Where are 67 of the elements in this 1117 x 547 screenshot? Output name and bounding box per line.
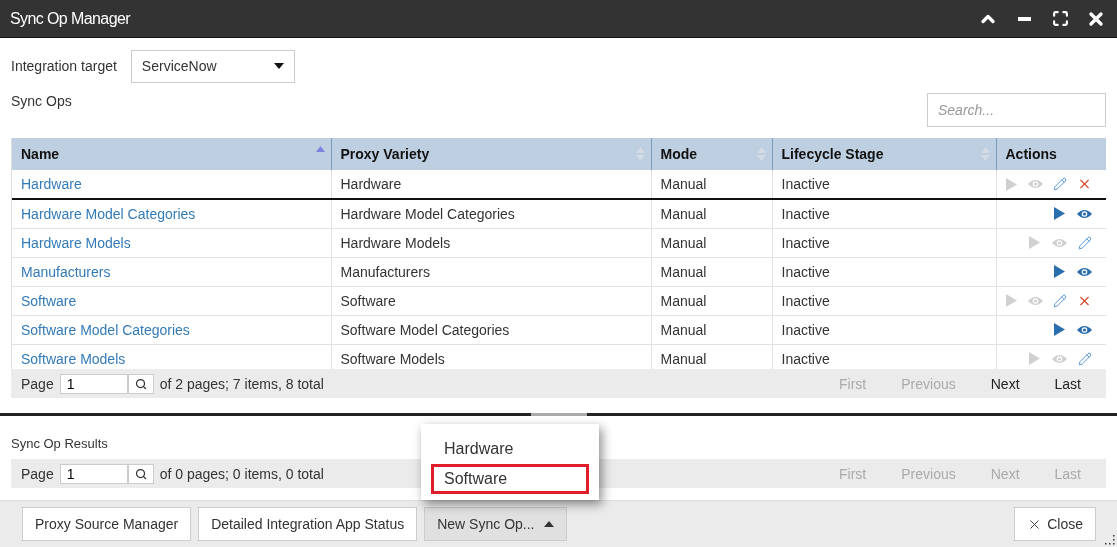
page-label: Page bbox=[21, 375, 54, 392]
search-button[interactable] bbox=[127, 463, 154, 484]
page-input[interactable]: 1 bbox=[59, 463, 128, 484]
sync-op-link[interactable]: Software bbox=[21, 292, 77, 309]
close-button[interactable]: Close bbox=[1014, 507, 1096, 541]
pencil-button[interactable] bbox=[1053, 176, 1067, 192]
menu-item[interactable]: Hardware bbox=[431, 434, 589, 464]
column-header[interactable]: Mode bbox=[651, 138, 772, 170]
play-button[interactable] bbox=[1052, 206, 1067, 222]
search-field[interactable]: Search... bbox=[927, 93, 1106, 127]
pager-link[interactable]: Last bbox=[1033, 375, 1096, 392]
table-cell: Manual bbox=[651, 199, 772, 228]
table-cell: Inactive bbox=[772, 199, 996, 228]
search-button[interactable] bbox=[127, 373, 154, 394]
table-cell: Inactive bbox=[772, 286, 996, 315]
pencil-button[interactable] bbox=[1077, 351, 1092, 366]
sync-ops-label: Sync Ops bbox=[11, 93, 72, 109]
table-cell: Software Model Categories bbox=[331, 315, 651, 344]
sync-op-link[interactable]: Software Model Categories bbox=[21, 321, 190, 338]
column-header[interactable]: Name bbox=[12, 138, 331, 170]
table-cell: Inactive bbox=[772, 257, 996, 286]
sync-op-link[interactable]: Hardware Models bbox=[21, 234, 131, 251]
table-cell: Manual bbox=[651, 228, 772, 257]
column-header[interactable]: Lifecycle Stage bbox=[772, 138, 996, 170]
resize-grip-icon[interactable] bbox=[1105, 535, 1115, 545]
table-cell: Manual bbox=[651, 315, 772, 344]
page-label: Page bbox=[21, 465, 54, 482]
caret-icon bbox=[544, 521, 555, 527]
window-title: Sync Op Manager bbox=[10, 9, 132, 28]
pencil-button[interactable] bbox=[1077, 235, 1092, 250]
column-header[interactable]: Actions bbox=[996, 138, 1106, 170]
table-cell: Hardware bbox=[331, 170, 651, 199]
search-icon bbox=[134, 467, 147, 480]
sync-op-results-label: Sync Op Results bbox=[11, 436, 108, 451]
integration-target-select[interactable]: ServiceNow bbox=[130, 49, 295, 83]
splitter[interactable] bbox=[0, 413, 1117, 416]
footer-button[interactable]: Proxy Source Manager bbox=[22, 507, 192, 541]
page-summary: of 2 pages; 7 items, 8 total bbox=[159, 375, 324, 392]
table-cell: Manufacturers bbox=[331, 257, 651, 286]
table-cell: Manual bbox=[651, 257, 772, 286]
pager-link[interactable]: Next bbox=[969, 375, 1034, 392]
search-icon bbox=[134, 377, 147, 390]
sync-op-link[interactable]: Hardware Model Categories bbox=[21, 205, 196, 222]
column-header[interactable]: Proxy Variety bbox=[331, 138, 651, 170]
sync-op-link[interactable]: Hardware bbox=[21, 176, 82, 192]
menu-button[interactable]: New Sync Op... bbox=[424, 507, 568, 541]
integration-target-label: Integration target bbox=[11, 58, 117, 74]
table-cell: Hardware Models bbox=[331, 228, 651, 257]
caret-icon bbox=[273, 63, 284, 69]
page-input[interactable]: 1 bbox=[59, 373, 128, 394]
table-cell: Manual bbox=[651, 286, 772, 315]
sync-op-link[interactable]: Manufacturers bbox=[21, 263, 111, 280]
table-cell: Hardware Model Categories bbox=[331, 199, 651, 228]
play-button[interactable] bbox=[1052, 264, 1067, 279]
table-cell: Inactive bbox=[772, 170, 996, 199]
table-cell: Inactive bbox=[772, 315, 996, 344]
play-button[interactable] bbox=[1052, 322, 1067, 337]
sync-op-link[interactable]: Software Models bbox=[21, 350, 126, 367]
table-cell: Inactive bbox=[772, 228, 996, 257]
maximize-icon bbox=[1051, 10, 1069, 27]
table-cell: Software bbox=[331, 286, 651, 315]
pencil-button[interactable] bbox=[1053, 293, 1067, 308]
menu-item[interactable]: Software bbox=[431, 464, 589, 494]
table-cell: Manual bbox=[651, 170, 772, 199]
footer-button[interactable]: Detailed Integration App Status bbox=[198, 507, 418, 541]
minimize-icon bbox=[1017, 16, 1031, 21]
page-summary: of 0 pages; 0 items, 0 total bbox=[159, 465, 324, 482]
